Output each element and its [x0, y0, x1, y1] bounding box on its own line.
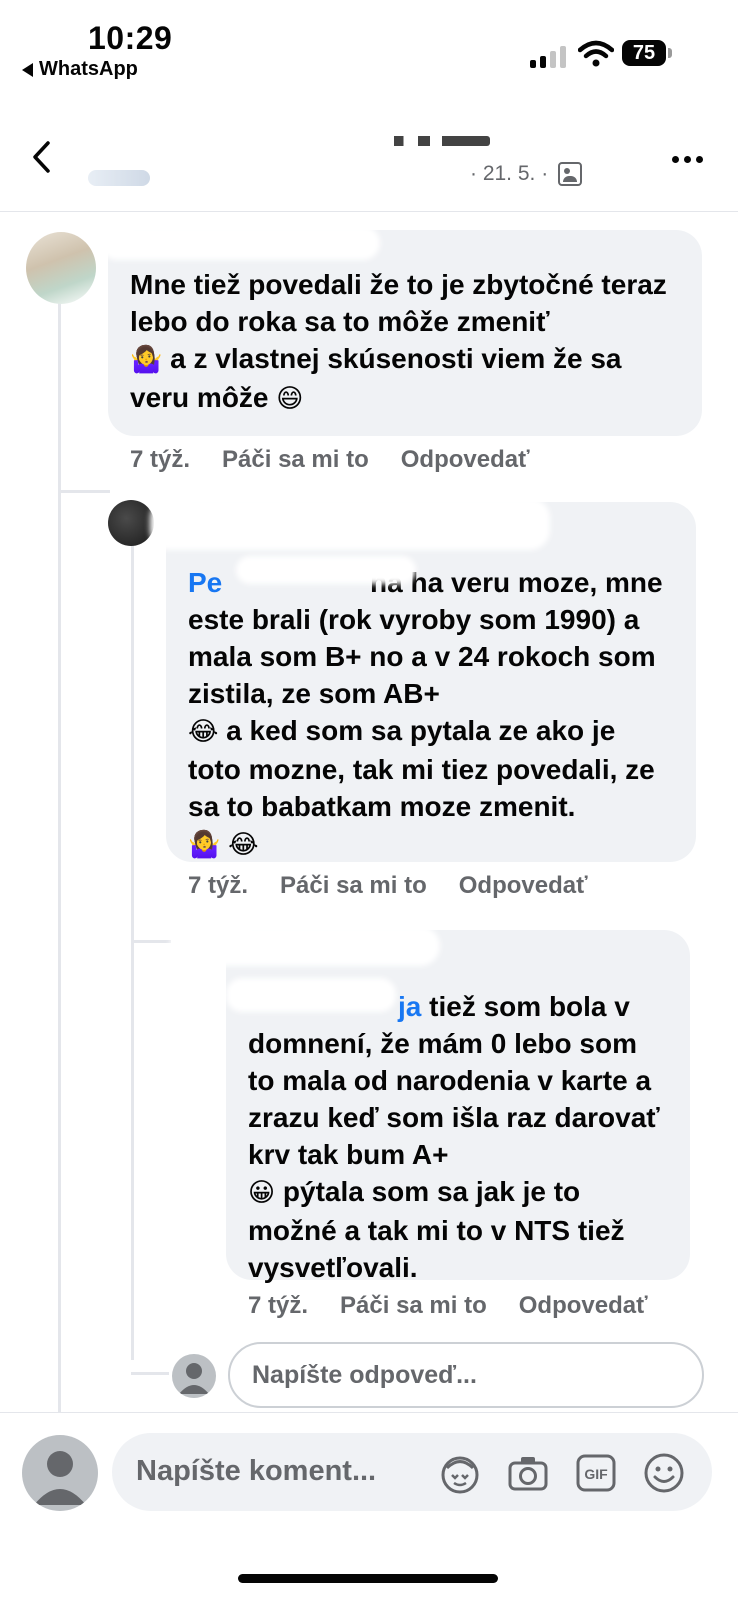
thread-line [58, 300, 61, 1412]
reply-button[interactable]: Odpovedať [401, 446, 530, 474]
comment-text-part-1: tiež som bola v domnení, že mám 0 lebo s… [248, 991, 660, 1170]
comment-text-part-1: Mne tiež povedali že to je zbytočné tera… [130, 269, 667, 337]
back-arrow-icon[interactable] [30, 140, 54, 174]
mention-link[interactable]: ја [398, 991, 421, 1022]
wifi-icon [578, 40, 614, 67]
redaction [236, 556, 416, 584]
comment-text-part-1: ha ha veru moze, mne este brali (rok vyr… [188, 567, 663, 709]
reply-row: Napíšte odpoveď... [172, 1342, 712, 1408]
reply-button[interactable]: Odpovedať [519, 1292, 648, 1320]
post-date: · 21. 5. · [470, 162, 549, 185]
user-avatar-icon [172, 1354, 216, 1398]
thread-branch-nested [131, 940, 171, 943]
post-meta: · 21. 5. · [470, 162, 583, 186]
like-button[interactable]: Páči sa mi to [280, 872, 427, 900]
shrug-emoji: 🤷‍♀️ [188, 830, 221, 860]
comment-time: 7 týž. [130, 446, 191, 473]
reply-input[interactable]: Napíšte odpoveď... [228, 1342, 704, 1408]
comment-bubble: Mne tiež povedali že to je zbytočné tera… [108, 230, 702, 436]
redaction [100, 226, 380, 260]
reply-button[interactable]: Odpovedať [459, 872, 588, 900]
svg-text:GIF: GIF [584, 1466, 608, 1482]
post-author-avatar[interactable] [88, 170, 150, 186]
redaction [226, 978, 396, 1012]
shrug-emoji: 🤷‍♀️ [130, 345, 163, 375]
avatar-sticker-icon[interactable] [438, 1451, 482, 1495]
reply-input-placeholder: Napíšte odpoveď... [252, 1360, 477, 1389]
like-button[interactable]: Páči sa mi to [222, 446, 369, 474]
more-options-icon[interactable] [672, 156, 703, 163]
group-audience-icon [558, 162, 583, 186]
comment-composer: Napíšte koment... GIF [0, 1412, 738, 1522]
comment-text-part-2: a ked som sa pytala ze ako je toto mozne… [188, 715, 655, 822]
battery-level: 75 [632, 41, 656, 64]
like-button[interactable]: Páči sa mi to [340, 1292, 487, 1320]
thread-branch-reply [131, 1372, 169, 1375]
grin-emoji: 😄 [276, 384, 304, 414]
laugh-emoji: 😂 [228, 830, 259, 860]
back-to-app-link[interactable]: WhatsApp [22, 58, 138, 81]
comment-text: ја tiež som bola v domnení, že mám 0 leb… [248, 988, 668, 1286]
comment-time: 7 týž. [248, 1292, 309, 1319]
back-app-label: WhatsApp [39, 58, 138, 80]
comment-actions: 7 týž. Páči sa mi to Odpovedať [130, 446, 530, 474]
comment-actions: 7 týž. Páči sa mi to Odpovedať [188, 872, 588, 900]
post-author-name-redacted [370, 126, 500, 152]
comment-actions: 7 týž. Páči sa mi to Odpovedať [248, 1292, 648, 1320]
thread-line-nested [131, 530, 134, 1360]
redaction [150, 498, 550, 550]
status-bar: 10:29 WhatsApp 75 [0, 0, 738, 95]
redaction [170, 926, 440, 966]
comment-time: 7 týž. [188, 872, 249, 899]
post-header: · 21. 5. · [0, 100, 738, 212]
comment-input[interactable]: Napíšte koment... GIF [112, 1433, 712, 1511]
user-avatar-icon [22, 1435, 98, 1511]
comment-text-part-2: pýtala som sa jak je to možné a tak mi t… [248, 1176, 625, 1283]
thread-branch [58, 490, 110, 493]
grin-emoji: 😀 [248, 1178, 276, 1208]
gif-icon[interactable]: GIF [574, 1451, 618, 1495]
comment-avatar[interactable] [108, 500, 154, 546]
camera-icon[interactable] [506, 1451, 550, 1495]
laugh-emoji: 😂 [188, 717, 219, 747]
home-indicator[interactable] [238, 1574, 498, 1583]
emoji-icon[interactable] [642, 1451, 686, 1495]
battery-icon: 75 [622, 40, 672, 66]
comment-text: Mne tiež povedali že to je zbytočné tera… [130, 266, 680, 418]
mention-link[interactable]: Pe [188, 567, 222, 598]
comment-text-part-2: a z vlastnej skúsenosti viem že sa veru … [130, 343, 622, 413]
comment-avatar[interactable] [26, 232, 96, 304]
status-time: 10:29 [88, 20, 173, 56]
back-triangle-icon [22, 62, 33, 77]
cellular-signal-icon [530, 44, 566, 68]
comment-text: Pe ha ha veru moze, mne este brali (rok … [188, 564, 674, 864]
comment-input-placeholder: Napíšte koment... [136, 1455, 377, 1487]
